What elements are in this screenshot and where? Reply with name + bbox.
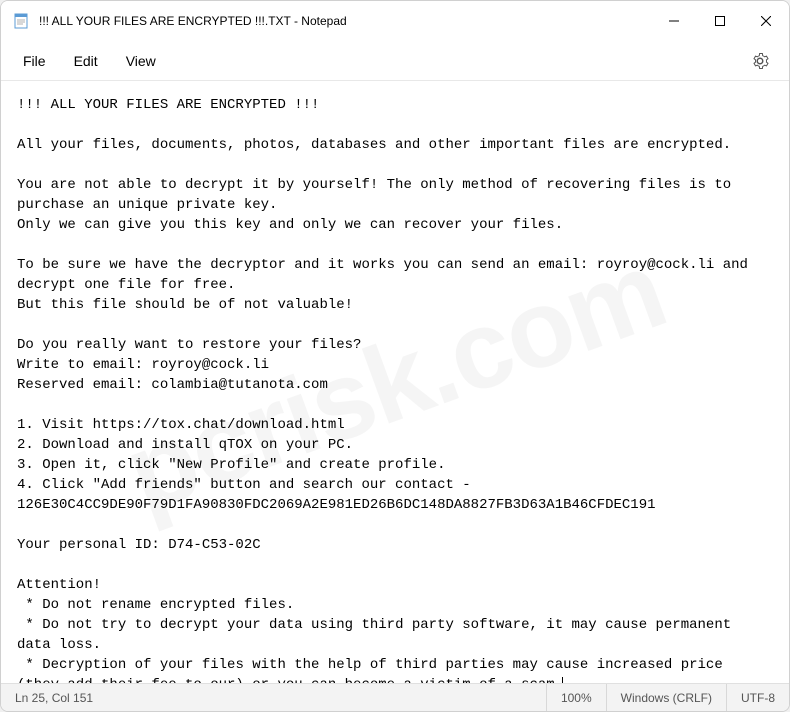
- titlebar: !!! ALL YOUR FILES ARE ENCRYPTED !!!.TXT…: [1, 1, 789, 41]
- minimize-button[interactable]: [651, 1, 697, 40]
- editor-content: !!! ALL YOUR FILES ARE ENCRYPTED !!! All…: [17, 97, 756, 683]
- menubar: File Edit View: [1, 41, 789, 81]
- maximize-icon: [715, 16, 725, 26]
- menu-edit[interactable]: Edit: [60, 47, 112, 75]
- status-zoom[interactable]: 100%: [547, 684, 607, 711]
- menu-view[interactable]: View: [112, 47, 170, 75]
- status-position: Ln 25, Col 151: [1, 684, 547, 711]
- settings-button[interactable]: [739, 46, 781, 76]
- menu-file[interactable]: File: [9, 47, 60, 75]
- notepad-window: !!! ALL YOUR FILES ARE ENCRYPTED !!!.TXT…: [0, 0, 790, 712]
- notepad-icon: [13, 13, 29, 29]
- window-title: !!! ALL YOUR FILES ARE ENCRYPTED !!!.TXT…: [39, 14, 651, 28]
- status-lineending: Windows (CRLF): [607, 684, 727, 711]
- text-editor[interactable]: !!! ALL YOUR FILES ARE ENCRYPTED !!! All…: [1, 81, 789, 683]
- minimize-icon: [669, 16, 679, 26]
- status-encoding: UTF-8: [727, 684, 789, 711]
- maximize-button[interactable]: [697, 1, 743, 40]
- statusbar: Ln 25, Col 151 100% Windows (CRLF) UTF-8: [1, 683, 789, 711]
- text-cursor: [562, 677, 563, 683]
- gear-icon: [751, 52, 769, 70]
- close-icon: [761, 16, 771, 26]
- close-button[interactable]: [743, 1, 789, 40]
- window-controls: [651, 1, 789, 40]
